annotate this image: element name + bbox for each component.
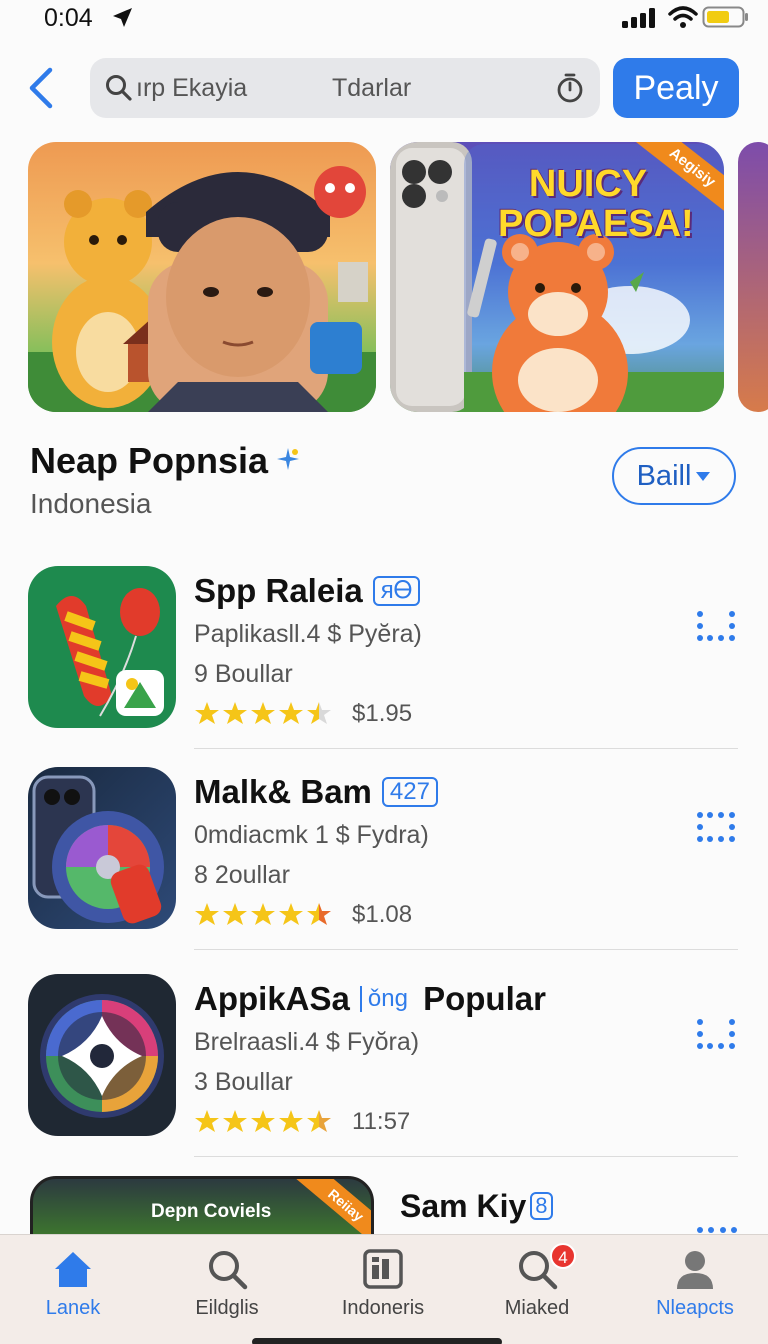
- app-badge: ǒng: [359, 986, 414, 1012]
- sparkle-icon: [277, 448, 299, 470]
- apps-icon: [363, 1249, 403, 1289]
- list-item[interactable]: Spp Raleia ᴙᎾ Paplikasll.4 $ Pyĕra) 9 Bou…: [0, 566, 768, 749]
- rating-stars: [195, 1110, 331, 1132]
- battery-icon: [702, 6, 748, 28]
- rating-stars: [195, 702, 331, 724]
- app-icon: [28, 566, 176, 728]
- search-icon: [106, 75, 132, 101]
- app-name-suffix: Popular: [423, 980, 546, 1017]
- app-meta: Brelraasli.4 $ Fyŏra): [194, 1028, 420, 1056]
- rating-stars: [195, 903, 331, 925]
- tab-profile[interactable]: Nleapcts: [630, 1235, 760, 1335]
- primary-action-button[interactable]: Pealy: [613, 58, 739, 118]
- caret-down-icon: [696, 472, 711, 481]
- search-input[interactable]: ırp Ekayia Tdarlar: [90, 58, 600, 118]
- tab-bar: Lanek Eildglis Indoneris 4 Miaked Nleapc…: [0, 1234, 768, 1344]
- section-title: Neap Popnsia: [30, 440, 269, 481]
- filter-label: Baill: [636, 459, 692, 492]
- app-name-text: Spp Raleia: [194, 572, 363, 609]
- more-options-icon[interactable]: [692, 809, 740, 845]
- app-icon: [28, 974, 176, 1136]
- home-indicator: [252, 1338, 502, 1344]
- row-divider: [194, 748, 738, 749]
- location-arrow-icon: [113, 8, 132, 27]
- home-icon: [55, 1252, 91, 1287]
- app-icon: [28, 767, 176, 929]
- list-item[interactable]: Malk& Bam 427 0mdiacmk 1 $ Fydra) 8 2oull…: [0, 767, 768, 950]
- signal-icon: [622, 8, 655, 28]
- banner-illustration: [28, 166, 376, 412]
- search-query-text: ırp Ekayia: [136, 74, 248, 102]
- app-badge: 427: [381, 777, 438, 807]
- app-size: 9 Boullar: [194, 660, 293, 688]
- partial-thumb-label: Depn Coviels: [151, 1201, 272, 1222]
- tab-search[interactable]: Eildglis: [162, 1235, 292, 1335]
- featured-banner-2[interactable]: NUICY POPAESA! Aegisiy: [390, 142, 724, 412]
- app-name-text: Malk& Bam: [194, 773, 372, 810]
- more-options-icon[interactable]: [692, 608, 740, 644]
- search-icon: [209, 1251, 248, 1290]
- app-name: Spp Raleia ᴙᎾ: [194, 572, 421, 610]
- tab-label: Lanek: [45, 1297, 101, 1319]
- partial-app-name-text: Sam Kiy: [400, 1188, 527, 1224]
- featured-banner-1[interactable]: [28, 142, 376, 412]
- app-size: 8 2oullar: [194, 861, 290, 889]
- profile-icon: [677, 1251, 713, 1289]
- row-divider: [194, 1156, 738, 1157]
- app-meta: 0mdiacmk 1 $ Fydra): [194, 821, 429, 849]
- tab-label: Nleapcts: [656, 1297, 734, 1319]
- partial-app-name: Sam Kiy 8: [400, 1188, 553, 1225]
- tab-apps[interactable]: Indoneris: [318, 1235, 448, 1335]
- app-price: 11:57: [352, 1108, 411, 1135]
- timer-icon[interactable]: [554, 72, 586, 104]
- status-time: 0:04: [44, 4, 93, 32]
- featured-banner-3[interactable]: [738, 142, 768, 412]
- app-price: $1.95: [352, 700, 413, 727]
- status-bar: 0:04: [0, 0, 768, 40]
- more-options-icon[interactable]: [694, 1226, 740, 1234]
- filter-dropdown-button[interactable]: Baill: [612, 447, 736, 505]
- tab-home[interactable]: Lanek: [8, 1235, 138, 1335]
- list-item[interactable]: AppikASa ǒng Popular Brelraasli.4 $ Fyŏra…: [0, 974, 768, 1157]
- app-meta: Paplikasll.4 $ Pyĕra): [194, 620, 422, 648]
- section-subtitle: Indonesia: [30, 488, 152, 519]
- tab-label: Eildglis: [195, 1297, 259, 1319]
- app-size: 3 Boullar: [194, 1068, 293, 1096]
- app-price: $1.08: [352, 901, 413, 928]
- app-name: AppikASa ǒng Popular: [194, 980, 546, 1018]
- notification-badge: 4: [550, 1243, 576, 1269]
- search-secondary-text: Tdarlar: [332, 74, 412, 102]
- tab-label: Miaked: [504, 1297, 570, 1319]
- tab-updates[interactable]: 4 Miaked: [472, 1235, 602, 1335]
- banner-title: NUICY POPAESA!: [498, 163, 694, 245]
- more-options-icon[interactable]: [692, 1016, 740, 1052]
- app-badge: ᴙᎾ: [372, 576, 421, 606]
- tab-label: Indoneris: [341, 1297, 425, 1319]
- app-name: Malk& Bam 427: [194, 773, 438, 811]
- row-divider: [194, 949, 738, 950]
- app-name-text: AppikASa: [194, 980, 350, 1017]
- back-chevron-icon[interactable]: [26, 66, 58, 110]
- partial-app-badge: 8: [530, 1192, 553, 1220]
- wifi-icon: [668, 6, 698, 28]
